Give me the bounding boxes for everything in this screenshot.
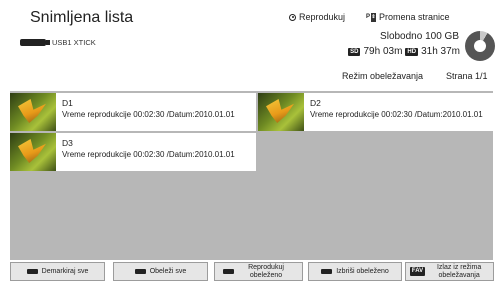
- play-marked-label: Reprodukuj obeleženo: [248, 264, 284, 279]
- disk-usage-icon: [465, 31, 495, 61]
- page-change-hint[interactable]: P ⇕ Promena stranice: [366, 12, 450, 22]
- recorded-list-screen: Snimljena lista USB1 XTICK Reprodukuj P ⇕…: [0, 0, 500, 284]
- hd-time: 31h 37m: [421, 46, 460, 57]
- page-key-letter: P: [366, 14, 371, 20]
- remaining-time: SD 79h 03m HD 31h 37m: [348, 46, 460, 57]
- recording-info: Vreme reprodukcije 00:02:30 /Datum:2010.…: [62, 150, 235, 159]
- recording-name: D1: [62, 98, 73, 108]
- mark-all-label: Obeleži sve: [149, 267, 187, 275]
- mark-mode-label: Režim obeležavanja: [342, 71, 424, 81]
- usb-drive-icon: [20, 39, 50, 46]
- recording-thumbnail: [10, 133, 56, 171]
- color-key-icon: [26, 269, 38, 274]
- page-key-icon: P ⇕: [366, 12, 377, 22]
- recording-name: D2: [310, 98, 321, 108]
- fav-key-icon: FAV: [409, 266, 426, 277]
- page-indicator: Strana 1/1: [446, 71, 488, 81]
- exit-mode-label: Izlaz iz režima obeležavanja: [436, 264, 482, 279]
- delete-marked-label: Izbriši obeleženo: [336, 267, 389, 275]
- mark-all-button[interactable]: Obeleži sve: [113, 262, 208, 281]
- page-change-label: Promena stranice: [379, 12, 450, 22]
- sd-time: 79h 03m: [363, 46, 403, 57]
- hd-badge: HD: [405, 47, 419, 56]
- recording-info: Vreme reprodukcije 00:02:30 /Datum:2010.…: [62, 110, 235, 119]
- play-marked-button[interactable]: Reprodukuj obeleženo: [214, 262, 303, 281]
- page-title: Snimljena lista: [30, 9, 134, 26]
- usb-device-info: USB1 XTICK: [20, 38, 96, 47]
- recording-list: D1 Vreme reprodukcije 00:02:30 /Datum:20…: [10, 91, 493, 260]
- ok-button-icon: [289, 13, 296, 21]
- free-space: Slobodno 100 GB: [380, 31, 459, 42]
- list-item[interactable]: D2 Vreme reprodukcije 00:02:30 /Datum:20…: [258, 93, 493, 131]
- play-label: Reprodukuj: [299, 12, 346, 22]
- color-key-icon: [223, 269, 234, 274]
- recording-thumbnail: [258, 93, 304, 131]
- unmark-all-button[interactable]: Demarkiraj sve: [10, 262, 105, 281]
- play-hint[interactable]: Reprodukuj: [289, 12, 345, 22]
- list-item[interactable]: D3 Vreme reprodukcije 00:02:30 /Datum:20…: [10, 133, 256, 171]
- sd-badge: SD: [348, 47, 361, 56]
- delete-marked-button[interactable]: Izbriši obeleženo: [308, 262, 402, 281]
- exit-mark-mode-button[interactable]: FAV Izlaz iz režima obeležavanja: [405, 262, 494, 281]
- unmark-all-label: Demarkiraj sve: [41, 267, 89, 275]
- footer-bar: Demarkiraj sve Obeleži sve Reprodukuj ob…: [0, 262, 500, 284]
- color-key-icon: [134, 269, 146, 274]
- usb-device-label: USB1 XTICK: [52, 38, 96, 47]
- recording-thumbnail: [10, 93, 56, 131]
- list-item[interactable]: D1 Vreme reprodukcije 00:02:30 /Datum:20…: [10, 93, 256, 131]
- recording-name: D3: [62, 138, 73, 148]
- color-key-icon: [321, 269, 333, 274]
- recording-info: Vreme reprodukcije 00:02:30 /Datum:2010.…: [310, 110, 483, 119]
